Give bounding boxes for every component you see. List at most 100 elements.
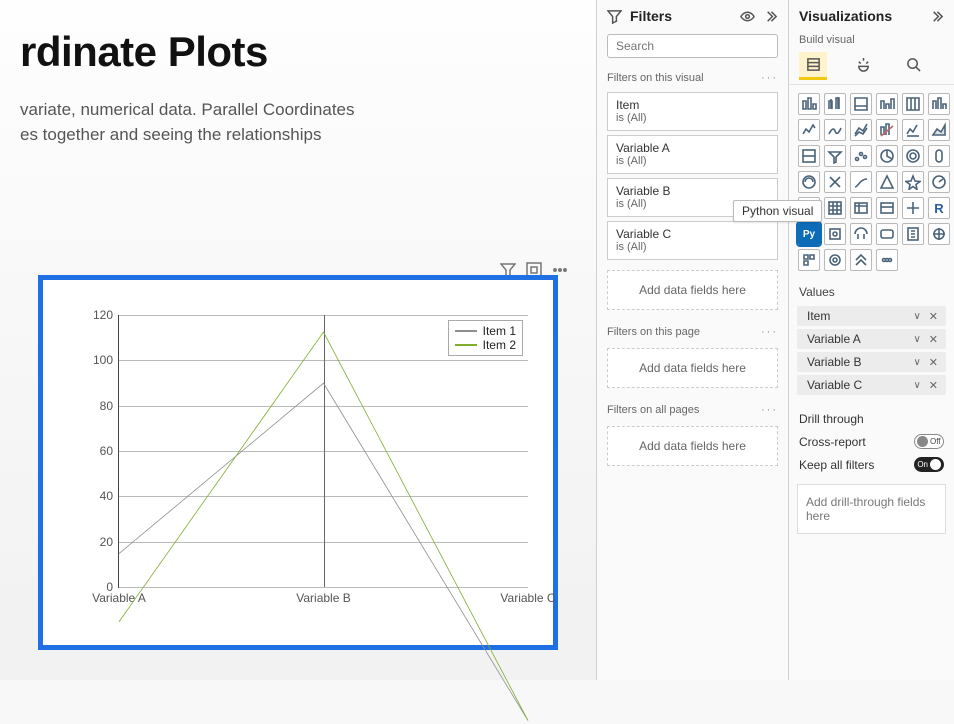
remove-icon[interactable]: ✕ (929, 356, 938, 369)
keep-filters-row: Keep all filters On (789, 453, 954, 476)
viz-type-icon[interactable] (824, 197, 846, 219)
collapse-icon[interactable] (929, 9, 944, 24)
viz-type-icon[interactable] (798, 119, 820, 141)
chevron-down-icon[interactable]: ∨ (913, 357, 920, 368)
viz-type-icon[interactable] (902, 223, 924, 245)
viz-type-icon[interactable] (850, 119, 872, 141)
cross-report-toggle[interactable]: Off (914, 434, 944, 449)
search-input[interactable] (614, 38, 773, 54)
report-canvas[interactable]: rdinate Plots variate, numerical data. P… (0, 0, 596, 680)
viz-type-icon[interactable] (902, 93, 924, 115)
viz-type-r[interactable]: R (928, 197, 950, 219)
more-icon[interactable]: ··· (761, 326, 778, 338)
viz-type-icon[interactable] (850, 223, 872, 245)
viz-type-icon[interactable] (928, 93, 950, 115)
tooltip-python-visual: Python visual (733, 200, 822, 222)
chevron-down-icon[interactable]: ∨ (913, 380, 920, 391)
viz-type-icon[interactable] (902, 171, 924, 193)
viz-type-icon[interactable] (798, 145, 820, 167)
more-icon[interactable]: ··· (761, 404, 778, 416)
filter-field-name: Variable C (616, 227, 769, 241)
viz-type-icon[interactable] (928, 145, 950, 167)
cross-report-row: Cross-report Off (789, 430, 954, 453)
page-subtitle: variate, numerical data. Parallel Coordi… (20, 98, 460, 147)
filter-condition: is (All) (616, 155, 769, 167)
viz-type-icon[interactable] (850, 171, 872, 193)
drill-through-header: Drill through (789, 398, 954, 430)
python-visual-container[interactable]: 020406080100120Variable AVariable BVaria… (38, 275, 558, 650)
tab-analytics[interactable] (899, 52, 927, 80)
visualizations-pane: Visualizations Build visual Python visua… (788, 0, 954, 680)
filter-card[interactable]: Itemis (All) (607, 92, 778, 131)
viz-type-icon[interactable] (876, 223, 898, 245)
filter-field-name: Item (616, 98, 769, 112)
chart-legend: Item 1Item 2 (448, 320, 523, 356)
field-well-item[interactable]: Variable C∨✕ (797, 375, 946, 395)
viz-type-icon[interactable] (902, 145, 924, 167)
viz-type-icon[interactable] (928, 119, 950, 141)
viz-type-icon[interactable] (850, 249, 872, 271)
filter-card[interactable]: Variable Cis (All) (607, 221, 778, 260)
field-well-item[interactable]: Variable B ∨ ✕ (797, 352, 946, 372)
field-name: Variable A (807, 332, 861, 346)
collapse-icon[interactable] (763, 9, 778, 24)
filter-condition: is (All) (616, 112, 769, 124)
viz-type-icon[interactable] (798, 171, 820, 193)
add-fields-all[interactable]: Add data fields here (607, 426, 778, 466)
filters-header: Filters (597, 0, 788, 30)
viz-type-icon[interactable] (876, 249, 898, 271)
remove-icon[interactable]: ✕ (929, 379, 938, 392)
viz-type-icon[interactable] (824, 145, 846, 167)
eye-icon[interactable] (740, 9, 755, 24)
viz-type-icon[interactable] (824, 223, 846, 245)
drill-through-drop[interactable]: Add drill-through fields here (797, 484, 946, 534)
viz-type-icon[interactable] (876, 171, 898, 193)
viz-type-icon[interactable] (902, 197, 924, 219)
filters-search[interactable] (607, 34, 778, 58)
tab-format[interactable] (849, 52, 877, 80)
viz-type-icon[interactable] (824, 249, 846, 271)
chevron-down-icon[interactable]: ∨ (913, 311, 920, 322)
viz-type-icon[interactable] (928, 223, 950, 245)
field-well-item[interactable]: Variable A ∨ ✕ (797, 329, 946, 349)
filter-card[interactable]: Variable Ais (All) (607, 135, 778, 174)
more-icon[interactable]: ··· (761, 72, 778, 84)
viz-type-icon[interactable] (902, 119, 924, 141)
section-page-filters: Filters on this page··· (597, 316, 788, 342)
legend-item: Item 2 (455, 338, 516, 352)
chevron-down-icon[interactable]: ∨ (913, 334, 920, 345)
viz-type-icon[interactable] (850, 93, 872, 115)
filter-condition: is (All) (616, 241, 769, 253)
viz-type-icon[interactable] (876, 197, 898, 219)
tab-build[interactable] (799, 52, 827, 80)
add-fields-page[interactable]: Add data fields here (607, 348, 778, 388)
viz-type-icon[interactable] (824, 171, 846, 193)
remove-icon[interactable]: ✕ (929, 333, 938, 346)
remove-icon[interactable]: ✕ (929, 310, 938, 323)
viz-type-icon[interactable] (928, 171, 950, 193)
viz-type-icon[interactable] (798, 249, 820, 271)
viz-type-icon[interactable] (824, 93, 846, 115)
page-title: rdinate Plots (20, 28, 576, 76)
viz-type-icon[interactable] (876, 145, 898, 167)
visualization-type-grid: R Py (789, 85, 954, 275)
viz-type-icon[interactable] (798, 93, 820, 115)
values-header: Values (789, 275, 954, 303)
section-all-filters: Filters on all pages··· (597, 394, 788, 420)
build-visual-label: Build visual (789, 30, 954, 46)
field-name: Item (807, 309, 830, 323)
section-visual-filters: Filters on this visual··· (597, 62, 788, 88)
viz-type-icon[interactable] (876, 93, 898, 115)
viz-type-python[interactable]: Py (798, 223, 820, 245)
viz-type-icon[interactable] (876, 119, 898, 141)
add-fields-visual[interactable]: Add data fields here (607, 270, 778, 310)
viz-type-icon[interactable] (850, 145, 872, 167)
filter-field-name: Variable A (616, 141, 769, 155)
filter-icon (607, 9, 622, 24)
viz-type-icon[interactable] (824, 119, 846, 141)
field-well-item[interactable]: Item ∨ ✕ (797, 306, 946, 326)
filters-pane: Filters Filters on this visual··· Itemis… (596, 0, 788, 680)
viz-type-icon[interactable] (850, 197, 872, 219)
keep-filters-toggle[interactable]: On (914, 457, 944, 472)
field-name: Variable B (807, 355, 861, 369)
